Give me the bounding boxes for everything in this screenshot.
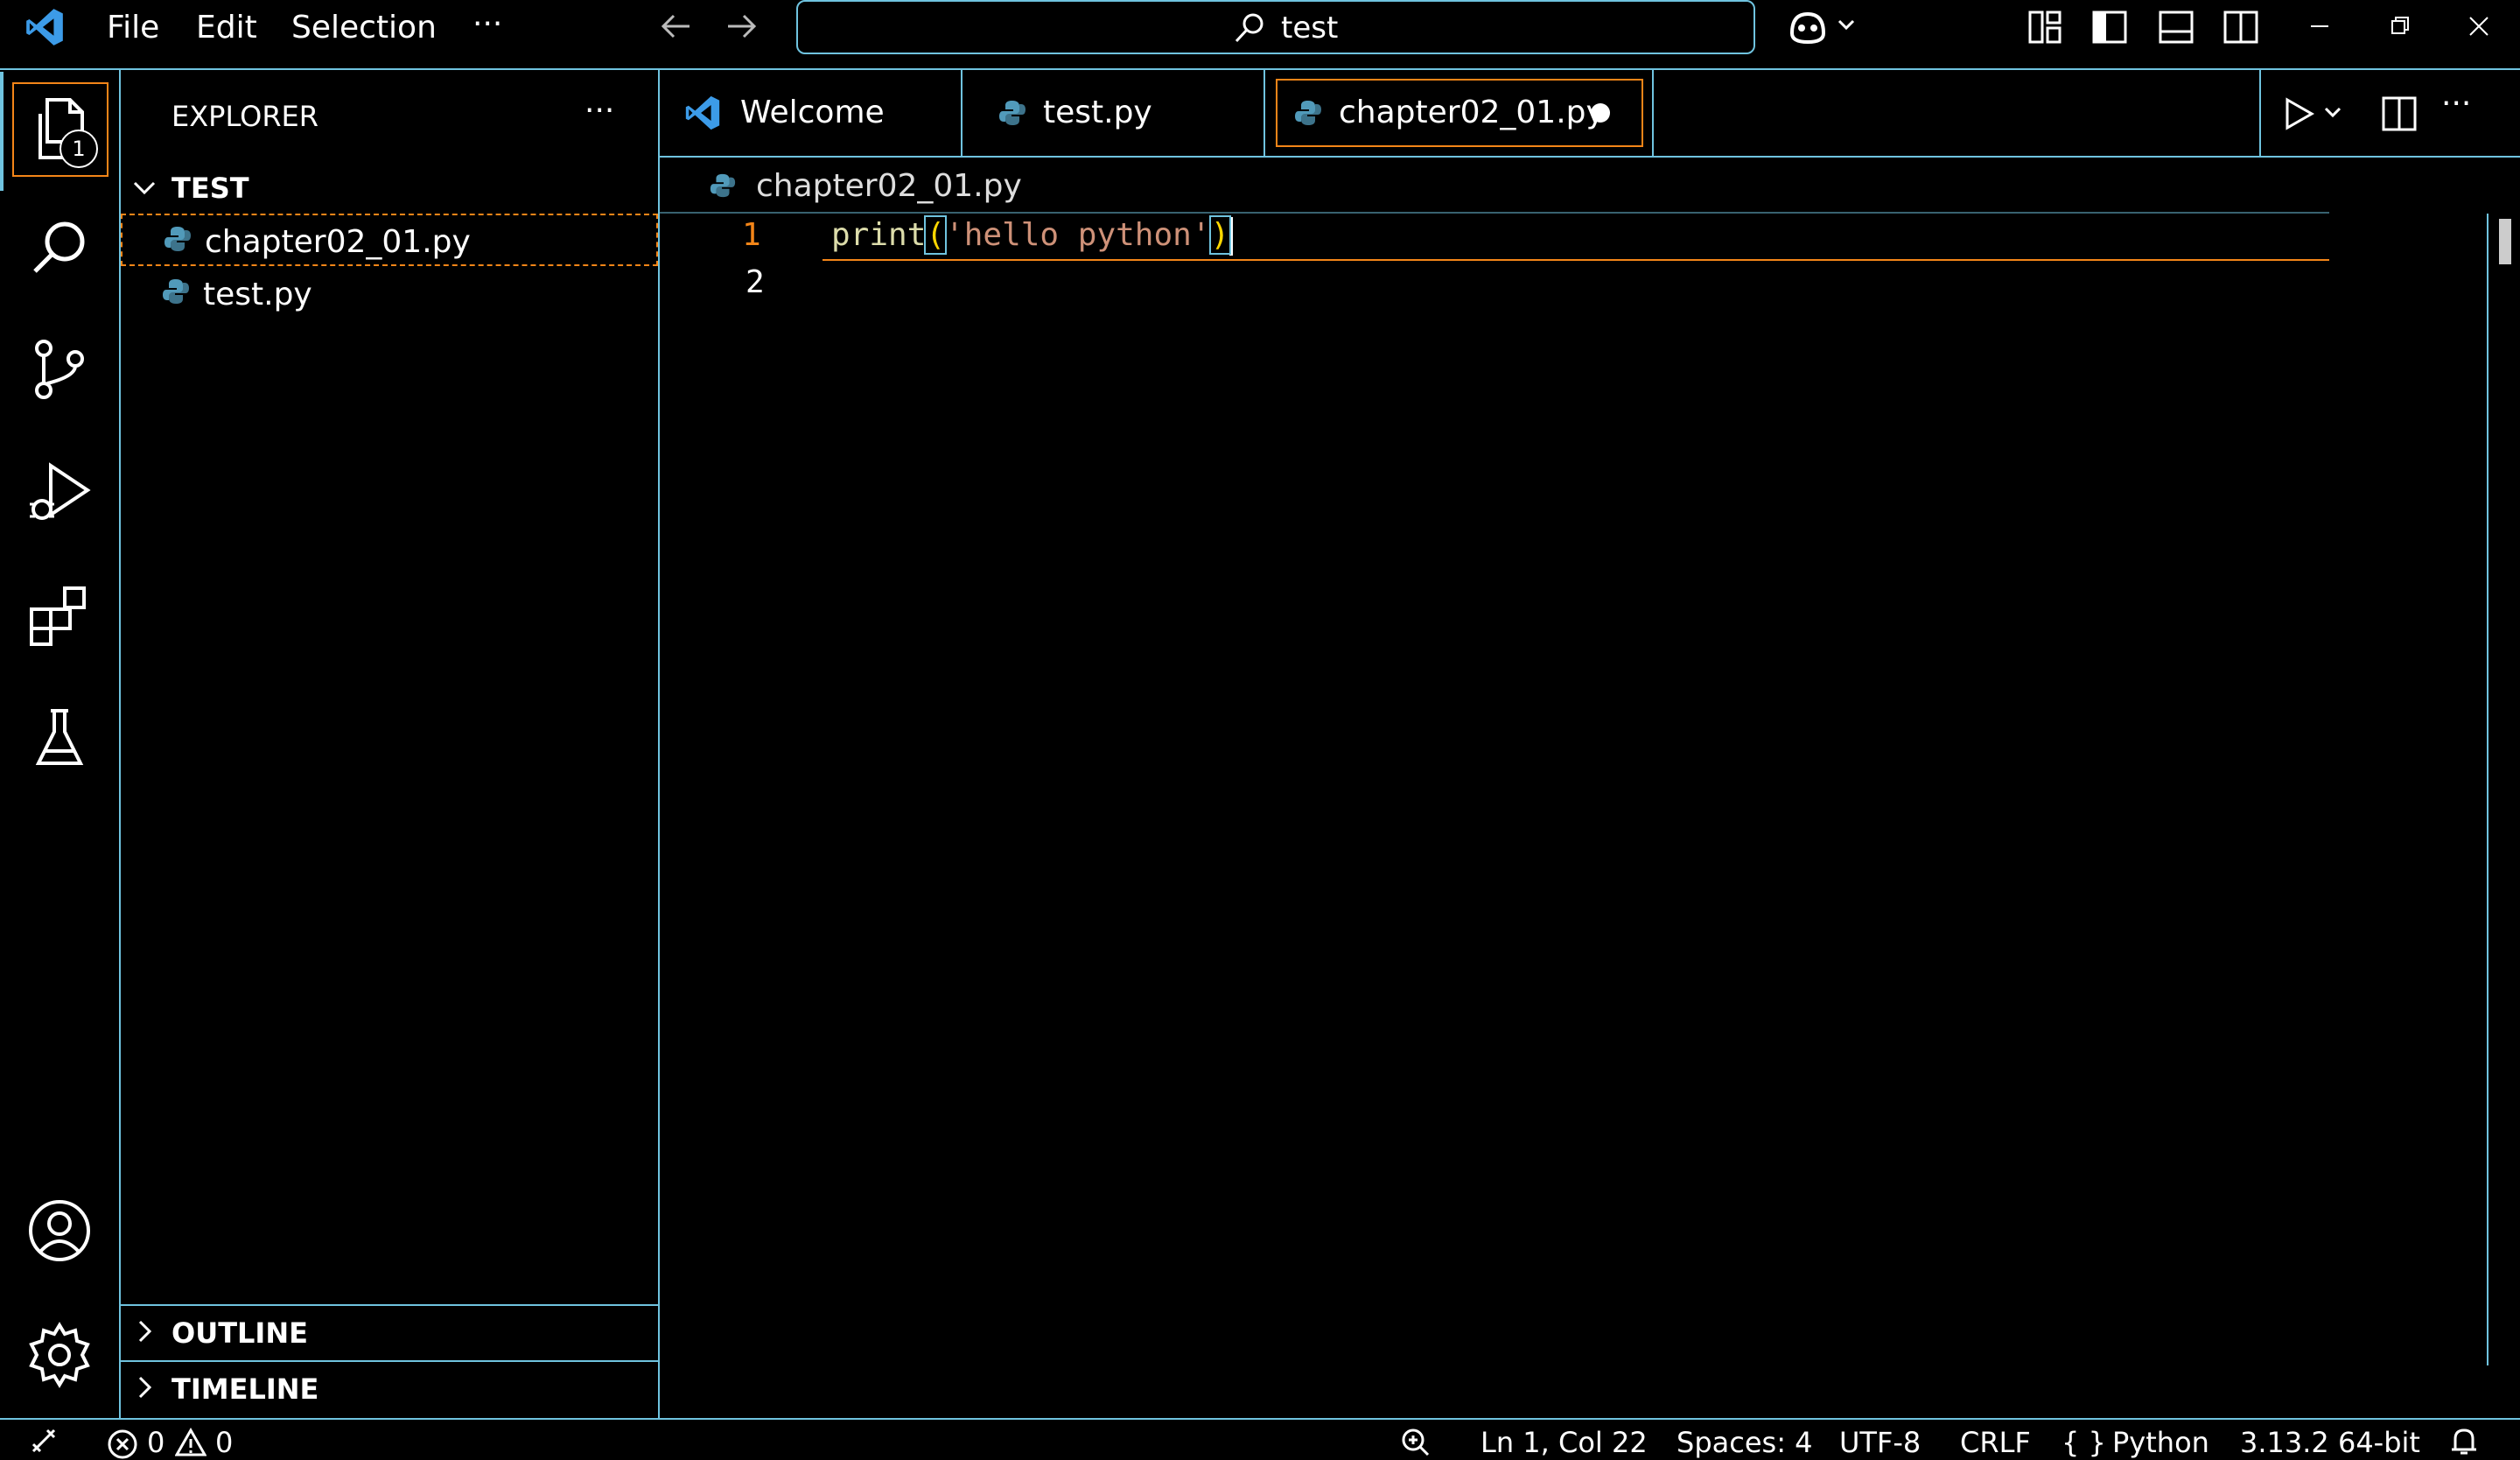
menu-file[interactable]: File [107, 0, 159, 56]
explorer-title: EXPLORER [172, 100, 318, 133]
file-row-chapter02[interactable]: chapter02_01.py [121, 214, 658, 266]
scrollbar-thumb[interactable] [2499, 219, 2511, 264]
command-center-search[interactable]: test [796, 0, 1755, 54]
zoom-icon[interactable] [1400, 1427, 1432, 1458]
explorer-badge: 1 [60, 130, 98, 168]
forward-arrow-icon[interactable] [724, 11, 760, 42]
explorer-more-button[interactable]: ··· [584, 93, 614, 129]
outline-title: OUTLINE [172, 1316, 308, 1350]
tab-label: chapter02_01.py [1339, 95, 1605, 130]
tab-label: test.py [1043, 95, 1152, 130]
back-arrow-icon[interactable] [658, 11, 693, 42]
folder-name[interactable]: TEST [172, 172, 249, 205]
warning-icon[interactable] [175, 1427, 206, 1458]
remote-indicator-icon[interactable] [28, 1425, 60, 1456]
title-bar: File Edit Selection ··· test [0, 0, 2520, 70]
language-mode[interactable]: Python [2112, 1425, 2209, 1460]
python-file-icon [1293, 98, 1323, 128]
run-file-icon[interactable] [2280, 95, 2350, 133]
code-line-1[interactable]: print('hello python') [831, 215, 1234, 256]
file-row-test[interactable]: test.py [121, 268, 658, 320]
warning-count[interactable]: 0 [215, 1425, 233, 1460]
explorer-activity-button[interactable]: 1 [12, 82, 108, 177]
customize-layout-icon[interactable] [2026, 9, 2063, 46]
text-cursor [1229, 217, 1234, 256]
testing-icon[interactable] [32, 705, 88, 769]
active-indicator [0, 72, 4, 191]
outline-section-header[interactable]: OUTLINE [121, 1304, 658, 1358]
toggle-panel-icon[interactable] [2158, 9, 2194, 46]
toggle-primary-sidebar-icon[interactable] [2091, 9, 2128, 46]
toggle-secondary-sidebar-icon[interactable] [2222, 9, 2259, 46]
search-text: test [1281, 11, 1339, 46]
tab-label: Welcome [740, 95, 885, 130]
editor-scrollbar[interactable] [2487, 214, 2520, 1365]
error-icon[interactable] [107, 1428, 138, 1460]
extensions-icon[interactable] [28, 583, 91, 646]
end-of-line[interactable]: CRLF [1960, 1425, 2031, 1460]
explorer-sidebar: EXPLORER ··· TEST chapter02_01.py test.p… [121, 70, 660, 1418]
python-file-icon [161, 277, 191, 306]
vscode-logo-icon [682, 93, 723, 133]
restore-icon[interactable] [2387, 11, 2413, 42]
line-number-1: 1 [742, 217, 761, 253]
file-name: chapter02_01.py [205, 224, 471, 260]
tab-chapter02-01-py[interactable]: chapter02_01.py [1265, 70, 1654, 156]
code-string: 'hello python' [945, 217, 1211, 253]
menu-edit[interactable]: Edit [196, 0, 257, 56]
breadcrumb: chapter02_01.py [660, 159, 2520, 212]
activity-bar: 1 [0, 70, 121, 1418]
search-activity-icon[interactable] [28, 217, 91, 280]
source-control-icon[interactable] [28, 338, 91, 401]
bell-icon[interactable] [2448, 1425, 2480, 1456]
python-file-icon [998, 98, 1027, 128]
chevron-right-icon [131, 1374, 158, 1400]
code-open-paren: ( [924, 215, 948, 255]
vscode-logo-icon [23, 5, 66, 49]
chevron-right-icon [131, 1318, 158, 1344]
language-braces-icon[interactable]: { } [2062, 1425, 2106, 1460]
cursor-position[interactable]: Ln 1, Col 22 [1480, 1425, 1648, 1460]
code-close-paren: ) [1208, 215, 1232, 255]
menu-more-button[interactable]: ··· [472, 0, 502, 53]
editor-tab-bar: Welcome test.py chapter02_01.py ··· [660, 70, 2520, 158]
breadcrumb-file[interactable]: chapter02_01.py [756, 168, 1022, 204]
file-name: test.py [203, 277, 312, 312]
code-function: print [831, 217, 927, 253]
editor-more-actions-button[interactable]: ··· [2441, 86, 2471, 122]
line-number-2: 2 [746, 264, 765, 300]
unsaved-dot-icon[interactable] [1591, 103, 1610, 123]
python-file-icon [163, 224, 192, 254]
close-window-icon[interactable] [2466, 11, 2492, 42]
tab-welcome[interactable]: Welcome [660, 70, 962, 156]
encoding[interactable]: UTF-8 [1839, 1425, 1921, 1460]
python-interpreter[interactable]: 3.13.2 64-bit [2240, 1425, 2420, 1460]
indentation[interactable]: Spaces: 4 [1676, 1425, 1813, 1460]
tab-actions-divider [2259, 70, 2261, 156]
chevron-down-icon[interactable] [131, 175, 158, 201]
tab-test-py[interactable]: test.py [962, 70, 1265, 156]
run-and-debug-icon[interactable] [26, 460, 93, 527]
split-editor-icon[interactable] [2380, 95, 2418, 133]
timeline-title: TIMELINE [172, 1372, 319, 1406]
python-file-icon [709, 172, 737, 200]
minimize-icon[interactable] [2306, 11, 2333, 42]
copilot-icon[interactable] [1787, 7, 1862, 46]
timeline-section-header[interactable]: TIMELINE [121, 1360, 658, 1416]
menu-selection[interactable]: Selection [291, 0, 437, 56]
error-count[interactable]: 0 [147, 1425, 164, 1460]
folder-header[interactable] [121, 166, 658, 170]
accounts-icon[interactable] [26, 1197, 93, 1264]
manage-gear-icon[interactable] [26, 1322, 93, 1388]
search-icon [1232, 11, 1267, 46]
